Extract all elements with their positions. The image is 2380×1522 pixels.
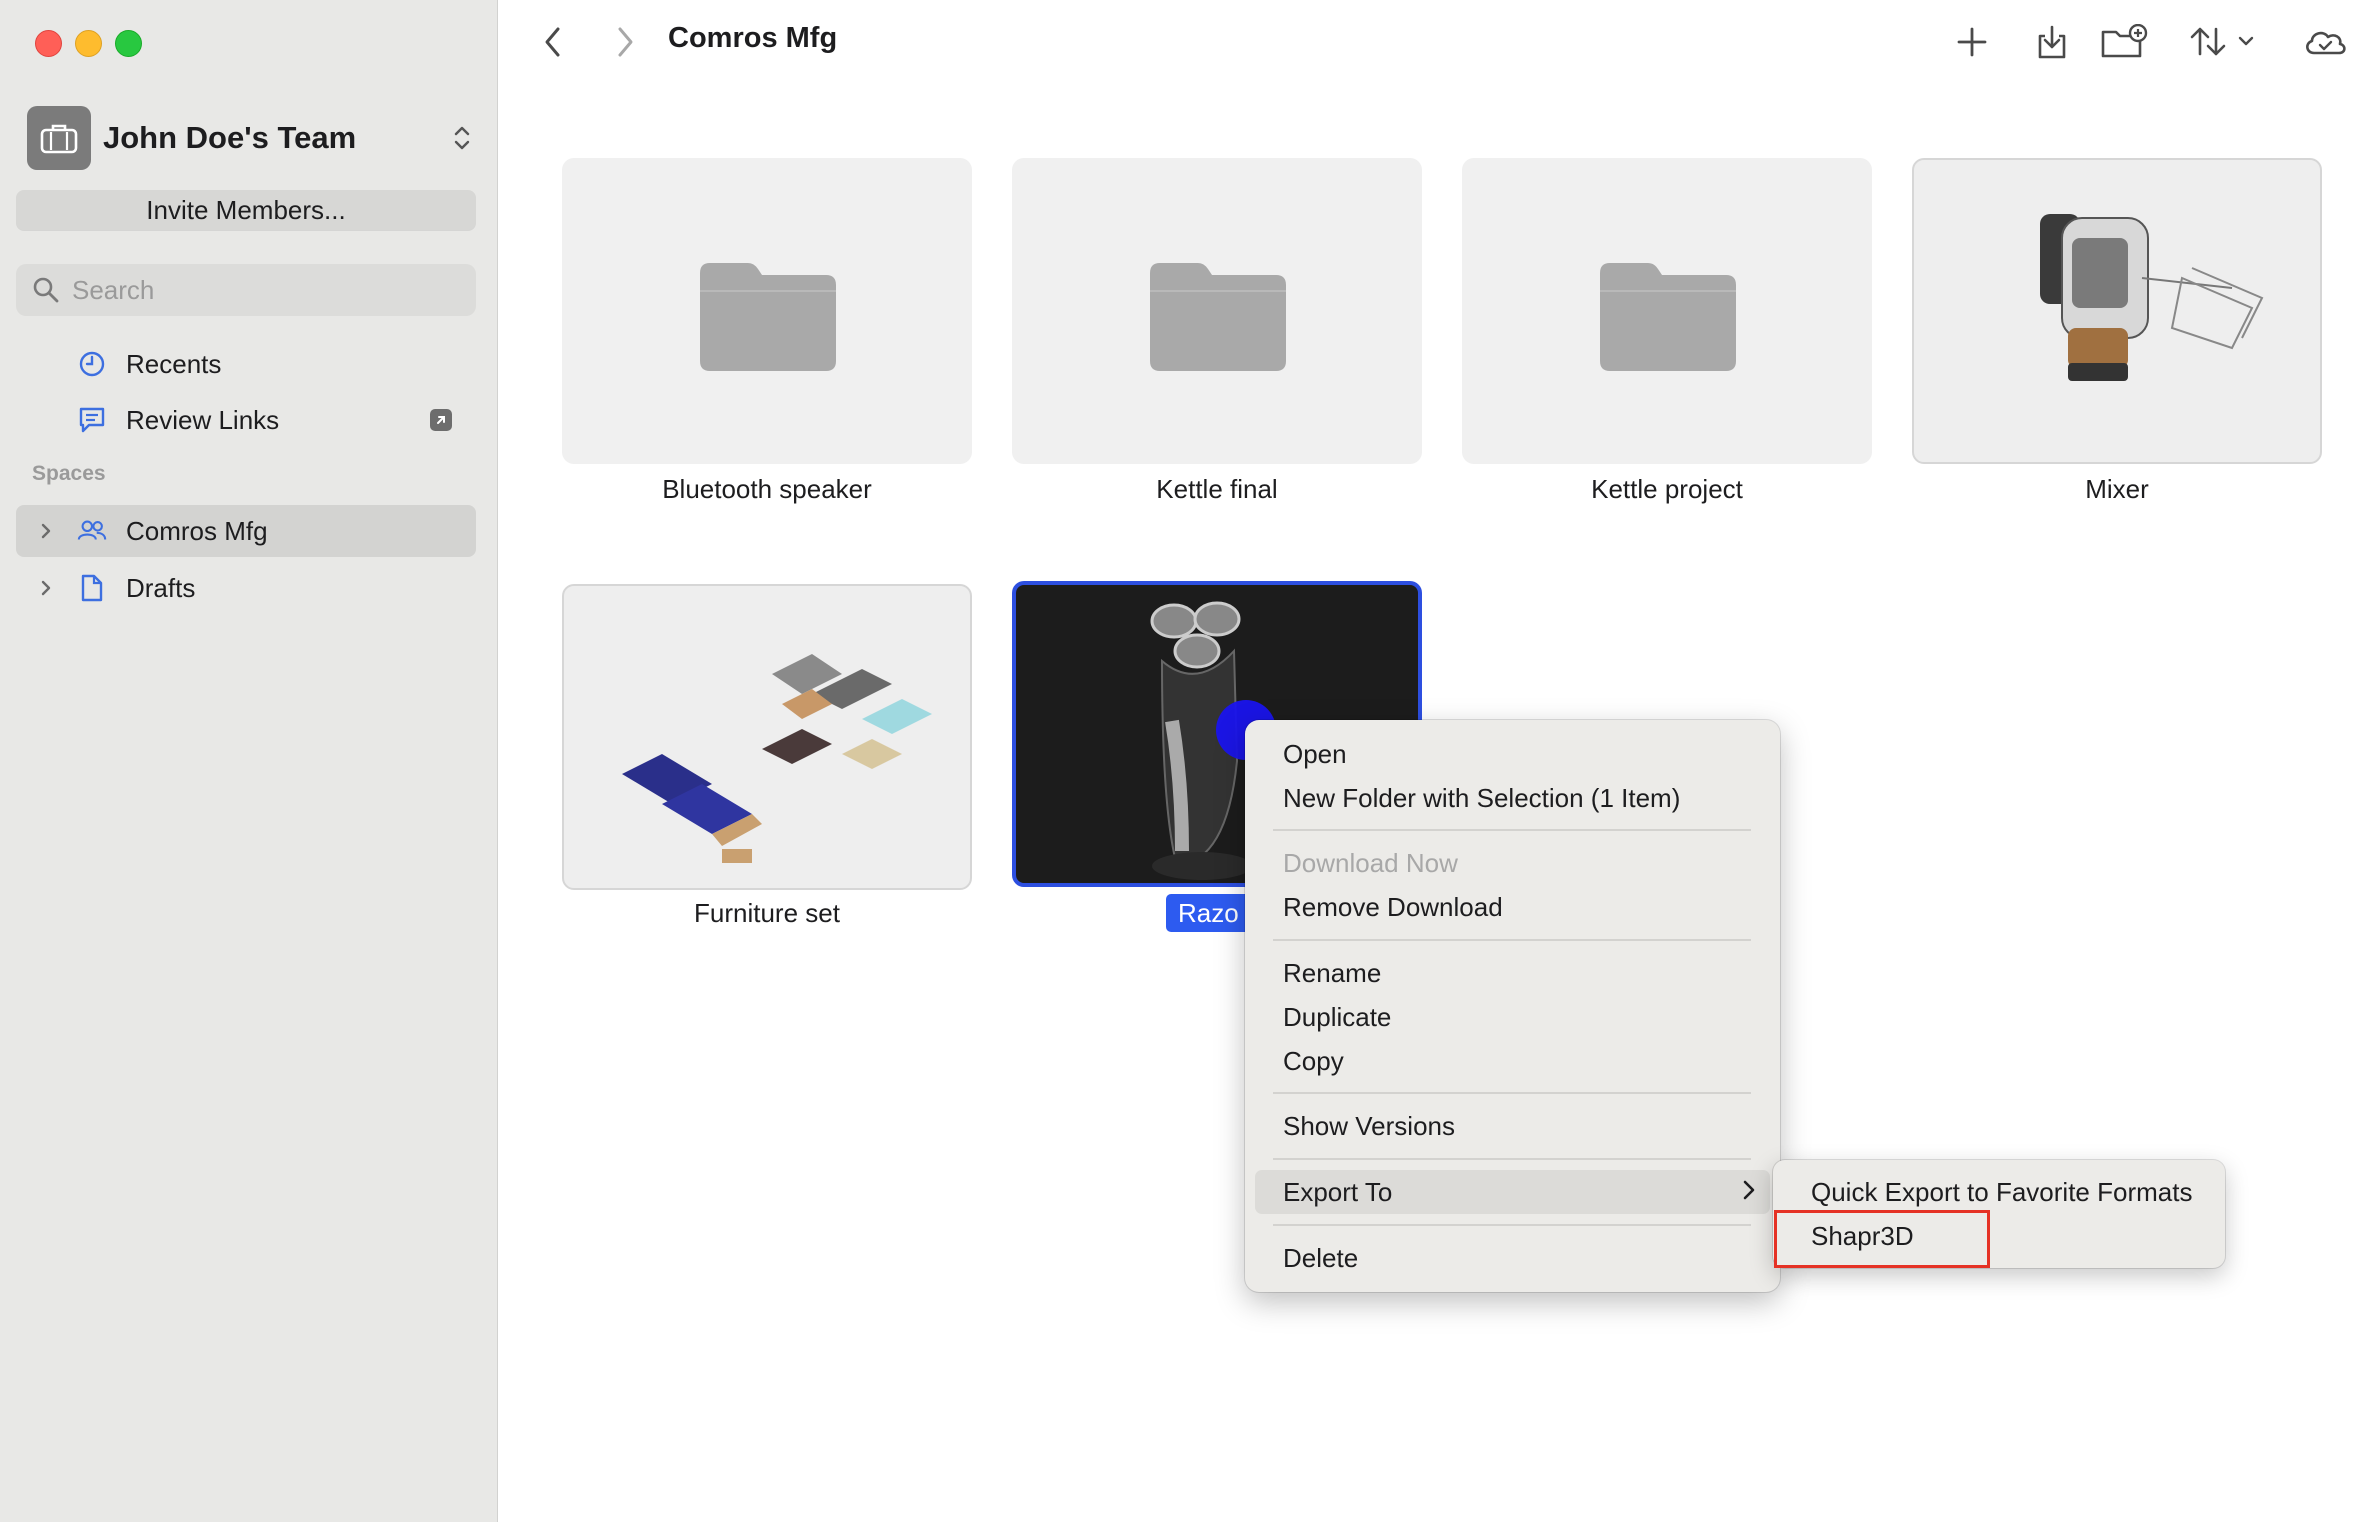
folder-icon xyxy=(1600,263,1736,371)
file-name: Furniture set xyxy=(694,898,840,928)
file-name-selected[interactable]: Razo xyxy=(1166,894,1251,932)
sidebar-item-comros-mfg[interactable]: Comros Mfg xyxy=(16,505,476,557)
file-name: Bluetooth speaker xyxy=(662,474,872,504)
sidebar-item-drafts[interactable]: Drafts xyxy=(16,562,476,614)
invite-members-button[interactable]: Invite Members... xyxy=(16,190,476,230)
menu-separator xyxy=(1273,1224,1751,1226)
furniture-thumbnail xyxy=(622,654,932,863)
menu-item-copy[interactable]: Copy xyxy=(1255,1039,1770,1083)
file-tile-furniture-set[interactable] xyxy=(562,584,972,890)
chevron-right-icon xyxy=(1742,1177,1756,1208)
external-link-icon[interactable] xyxy=(430,409,452,431)
menu-separator xyxy=(1273,1092,1751,1094)
sidebar-item-label: Comros Mfg xyxy=(126,515,268,546)
menu-separator xyxy=(1273,829,1751,831)
menu-item-delete[interactable]: Delete xyxy=(1255,1236,1770,1280)
menu-item-open[interactable]: Open xyxy=(1255,732,1770,776)
file-name: Kettle project xyxy=(1591,474,1743,504)
context-menu: Open New Folder with Selection (1 Item) … xyxy=(1245,720,1780,1292)
file-tile-kettle-final[interactable] xyxy=(1012,158,1422,464)
menu-item-rename[interactable]: Rename xyxy=(1255,951,1770,995)
file-name: Kettle final xyxy=(1156,474,1278,504)
menu-item-remove-download[interactable]: Remove Download xyxy=(1255,885,1770,929)
sidebar-item-review-links[interactable]: Review Links xyxy=(16,394,476,446)
forward-icon[interactable] xyxy=(610,20,640,64)
sidebar-item-recents[interactable]: Recents xyxy=(16,338,476,390)
file-tile-kettle-project[interactable] xyxy=(1462,158,1872,464)
menu-item-new-folder-with-selection[interactable]: New Folder with Selection (1 Item) xyxy=(1255,776,1770,820)
plus-icon[interactable] xyxy=(1952,20,1992,64)
file-name: Mixer xyxy=(2085,474,2149,504)
briefcase-icon xyxy=(27,106,91,170)
spaces-section-label: Spaces xyxy=(32,462,106,485)
menu-item-export-to[interactable]: Export To xyxy=(1255,1170,1770,1214)
menu-item-download-now: Download Now xyxy=(1283,847,1458,878)
disclosure-chevron-icon[interactable] xyxy=(36,572,56,604)
cloud-icon[interactable] xyxy=(2300,20,2350,64)
folder-icon xyxy=(1150,263,1286,371)
back-icon[interactable] xyxy=(538,20,568,64)
menu-separator xyxy=(1273,939,1751,941)
sidebar-item-label: Drafts xyxy=(126,572,196,603)
minimize-window-button[interactable] xyxy=(75,30,102,57)
people-icon xyxy=(76,515,108,547)
search-field[interactable] xyxy=(16,264,476,316)
menu-item-show-versions[interactable]: Show Versions xyxy=(1255,1104,1770,1148)
team-switcher[interactable]: John Doe's Team xyxy=(27,106,477,170)
file-tile-mixer[interactable] xyxy=(1912,158,2322,464)
menu-item-quick-export[interactable]: Quick Export to Favorite Formats xyxy=(1783,1170,2215,1214)
mixer-thumbnail xyxy=(2040,214,2264,381)
folder-icon xyxy=(700,263,836,371)
sidebar-item-label: Review Links xyxy=(126,404,280,435)
menu-separator xyxy=(1273,1158,1751,1160)
clock-icon xyxy=(76,348,108,380)
search-icon xyxy=(30,274,62,306)
document-icon xyxy=(76,572,108,604)
file-tile-bluetooth-speaker[interactable] xyxy=(562,158,972,464)
sort-icon[interactable] xyxy=(2186,20,2266,64)
chevron-updown-icon xyxy=(447,118,477,158)
sidebar-item-label: Recents xyxy=(126,348,222,379)
page-title: Comros Mfg xyxy=(668,22,838,54)
team-name: John Doe's Team xyxy=(103,120,357,155)
zoom-window-button[interactable] xyxy=(115,30,142,57)
annotation-highlight-box xyxy=(1774,1210,1990,1268)
sidebar: John Doe's Team Invite Members... Recent… xyxy=(0,0,498,1522)
new-folder-icon[interactable] xyxy=(2098,20,2150,64)
import-icon[interactable] xyxy=(2032,20,2072,64)
menu-item-duplicate[interactable]: Duplicate xyxy=(1255,995,1770,1039)
disclosure-chevron-icon[interactable] xyxy=(36,515,56,547)
close-window-button[interactable] xyxy=(35,30,62,57)
comment-icon xyxy=(76,404,108,436)
search-input[interactable] xyxy=(70,273,454,307)
